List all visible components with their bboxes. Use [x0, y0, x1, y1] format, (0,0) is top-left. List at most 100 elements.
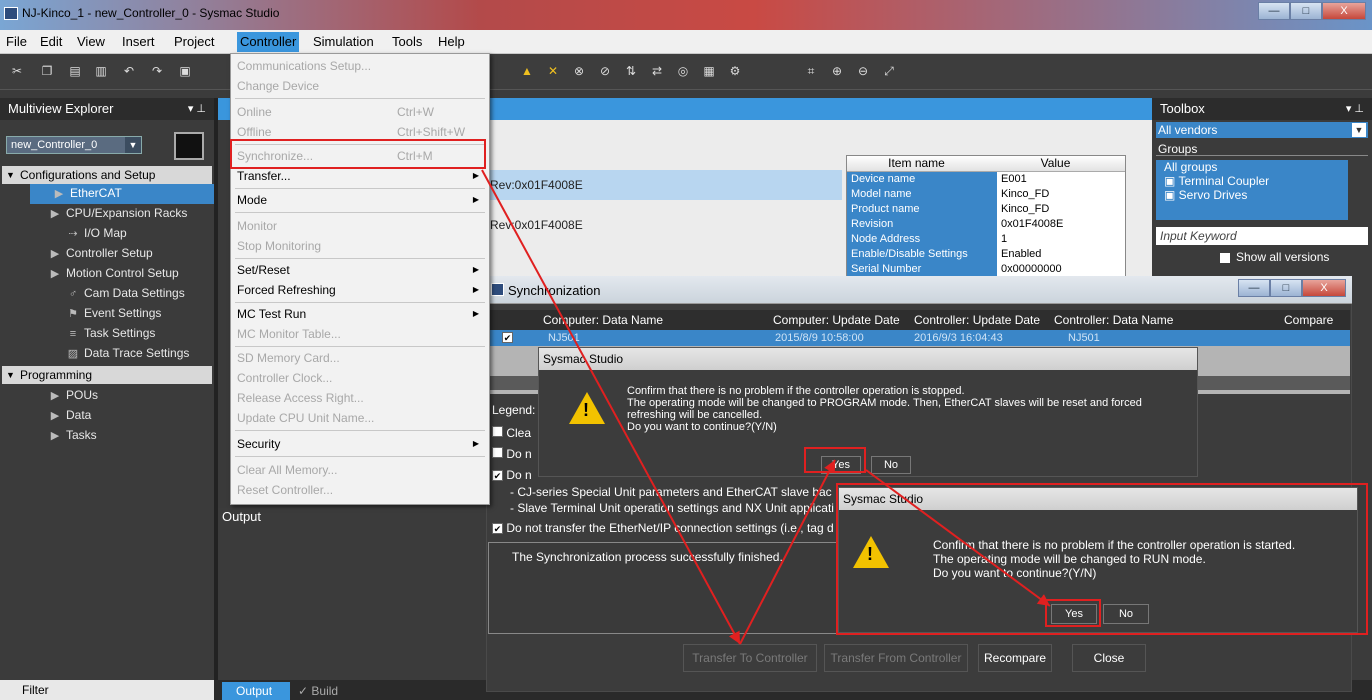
print-icon[interactable]: ▣	[178, 64, 192, 78]
maximize-button[interactable]: □	[1270, 279, 1302, 297]
checkbox[interactable]	[1220, 252, 1230, 263]
tree-item-event-settings[interactable]: ⚑ Event Settings	[66, 304, 161, 324]
no-button[interactable]: No	[871, 456, 911, 474]
online-icon[interactable]: ⊗	[572, 64, 586, 78]
fit-icon[interactable]: ⤢	[882, 64, 896, 78]
checkbox[interactable]: ✔	[492, 523, 503, 534]
tab-build[interactable]: ✓ Build	[294, 682, 338, 700]
close-dialog-button[interactable]: Close	[1072, 644, 1146, 672]
settings-icon[interactable]: ⚙	[728, 64, 742, 78]
maximize-button[interactable]: □	[1290, 2, 1322, 20]
copy-icon[interactable]: ❐	[40, 64, 54, 78]
group-configurations[interactable]: ▼ Configurations and Setup	[2, 166, 212, 184]
checkbox[interactable]: ✔	[492, 470, 503, 481]
offline-icon[interactable]: ⊘	[598, 64, 612, 78]
menu-item-update-cpu-unit-name[interactable]: Update CPU Unit Name...	[237, 408, 485, 428]
zoom-in-icon[interactable]: ⊕	[830, 64, 844, 78]
controller-select[interactable]: new_Controller_0 ▼	[6, 136, 142, 154]
menu-help[interactable]: Help	[438, 34, 465, 49]
collapse-icon[interactable]: ▼	[6, 166, 15, 184]
monitor-icon[interactable]: ◎	[676, 64, 690, 78]
pin-icon[interactable]: ▾ ⊥	[188, 98, 206, 120]
menu-edit[interactable]: Edit	[40, 34, 62, 49]
table-row[interactable]: Enable/Disable Settings Enabled	[847, 247, 1125, 262]
menu-tools[interactable]: Tools	[392, 34, 422, 49]
close-button[interactable]: X	[1302, 279, 1346, 297]
group-terminal-coupler[interactable]: ▣ Terminal Coupler	[1164, 174, 1348, 188]
menu-item-reset-controller[interactable]: Reset Controller...	[237, 480, 485, 500]
tree-item-cam-data[interactable]: ♂ Cam Data Settings	[66, 284, 185, 304]
tree-item-cpu-racks[interactable]: ▶ CPU/Expansion Racks	[48, 204, 188, 224]
table-row[interactable]: Device name E001	[847, 172, 1125, 187]
menu-item-change-device[interactable]: Change Device	[237, 76, 485, 96]
tab-output[interactable]: Output	[222, 682, 290, 700]
chevron-down-icon[interactable]: ▼	[125, 137, 141, 153]
zoom-out-icon[interactable]: ⊖	[856, 64, 870, 78]
undo-icon[interactable]: ↶	[122, 64, 136, 78]
recompare-button[interactable]: Recompare	[978, 644, 1052, 672]
table-row[interactable]: Node Address 1	[847, 232, 1125, 247]
keyword-input[interactable]: Input Keyword	[1156, 227, 1368, 245]
menu-item-forced-refreshing[interactable]: Forced Refreshing ▶	[237, 280, 485, 300]
paste-icon[interactable]: ▤	[68, 64, 82, 78]
menu-item-controller-clock[interactable]: Controller Clock...	[237, 368, 485, 388]
table-row[interactable]: Model name Kinco_FD	[847, 187, 1125, 202]
menu-item-mode[interactable]: Mode ▶	[237, 190, 485, 210]
group-servo-drives[interactable]: ▣ Servo Drives	[1164, 188, 1348, 202]
tree-item-task-settings[interactable]: ≡ Task Settings	[66, 324, 156, 344]
pin-icon[interactable]: ▾ ⊥	[1346, 98, 1364, 120]
menu-item-transfer[interactable]: Transfer... ▶	[237, 166, 485, 186]
vendor-select[interactable]: All vendors ▼	[1156, 122, 1368, 138]
menu-item-release-access-right[interactable]: Release Access Right...	[237, 388, 485, 408]
collapse-icon[interactable]: ▼	[6, 366, 15, 384]
table-row[interactable]: Product name Kinco_FD	[847, 202, 1125, 217]
checkbox[interactable]	[492, 447, 503, 458]
menu-item-stop-monitoring[interactable]: Stop Monitoring	[237, 236, 485, 256]
row-checkbox[interactable]: ✔	[502, 332, 513, 343]
tree-item-controller-setup[interactable]: ▶ Controller Setup	[48, 244, 153, 264]
transfer-from-controller-button[interactable]: Transfer From Controller	[824, 644, 968, 672]
minimize-button[interactable]: —	[1258, 2, 1290, 20]
menu-item-mc-test-run[interactable]: MC Test Run ▶	[237, 304, 485, 324]
menu-view[interactable]: View	[77, 34, 105, 49]
groups-list[interactable]: All groups ▣ Terminal Coupler ▣ Servo Dr…	[1156, 160, 1348, 220]
tree-item-pous[interactable]: ▶ POUs	[48, 386, 98, 406]
transfer-to-controller-button[interactable]: Transfer To Controller	[683, 644, 817, 672]
option-ethernet-ip[interactable]: ✔ Do not transfer the EtherNet/IP connec…	[492, 521, 834, 535]
delete-icon[interactable]: ▥	[94, 64, 108, 78]
filter-bar[interactable]: Filter	[0, 680, 214, 700]
menu-item-monitor[interactable]: Monitor	[237, 216, 485, 236]
option-do-not-1[interactable]: Do n	[492, 447, 532, 461]
menu-item-set-reset[interactable]: Set/Reset ▶	[237, 260, 485, 280]
build-icon[interactable]: ✕	[546, 64, 560, 78]
menu-file[interactable]: File	[6, 34, 27, 49]
menu-item-online[interactable]: Online Ctrl+W	[237, 102, 485, 122]
menu-item-communications-setup[interactable]: Communications Setup...	[237, 56, 485, 76]
close-button[interactable]: X	[1322, 2, 1366, 20]
warning-icon[interactable]: ▲	[520, 64, 534, 78]
table-row[interactable]: Revision 0x01F4008E	[847, 217, 1125, 232]
tree-item-ethercat[interactable]: ▶ EtherCAT	[30, 184, 214, 204]
transfer-icon[interactable]: ⇅	[624, 64, 638, 78]
redo-icon[interactable]: ↷	[150, 64, 164, 78]
show-all-versions[interactable]: Show all versions	[1220, 249, 1370, 265]
table-row[interactable]: ✔ NJ501 2015/8/9 10:58:00 2016/9/3 16:04…	[488, 330, 1350, 346]
tree-item-motion-setup[interactable]: ▶ Motion Control Setup	[48, 264, 179, 284]
trace-icon[interactable]: ▦	[702, 64, 716, 78]
menu-item-clear-all-memory[interactable]: Clear All Memory...	[237, 460, 485, 480]
group-all[interactable]: All groups	[1164, 160, 1348, 174]
minimize-button[interactable]: —	[1238, 279, 1270, 297]
table-row[interactable]: Serial Number 0x00000000	[847, 262, 1125, 277]
option-clear[interactable]: Clea	[492, 426, 531, 440]
menu-item-sd-memory-card[interactable]: SD Memory Card...	[237, 348, 485, 368]
cut-icon[interactable]: ✂	[10, 64, 24, 78]
group-programming[interactable]: ▼ Programming	[2, 366, 212, 384]
tree-item-tasks[interactable]: ▶ Tasks	[48, 426, 97, 446]
menu-insert[interactable]: Insert	[122, 34, 155, 49]
compare-icon[interactable]: ⇄	[650, 64, 664, 78]
chevron-down-icon[interactable]: ▼	[1352, 123, 1366, 137]
menu-simulation[interactable]: Simulation	[313, 34, 374, 49]
menu-controller[interactable]: Controller	[237, 32, 300, 52]
frame-icon[interactable]: ⌗	[804, 64, 818, 78]
tree-item-data-trace[interactable]: ▨ Data Trace Settings	[66, 344, 190, 364]
